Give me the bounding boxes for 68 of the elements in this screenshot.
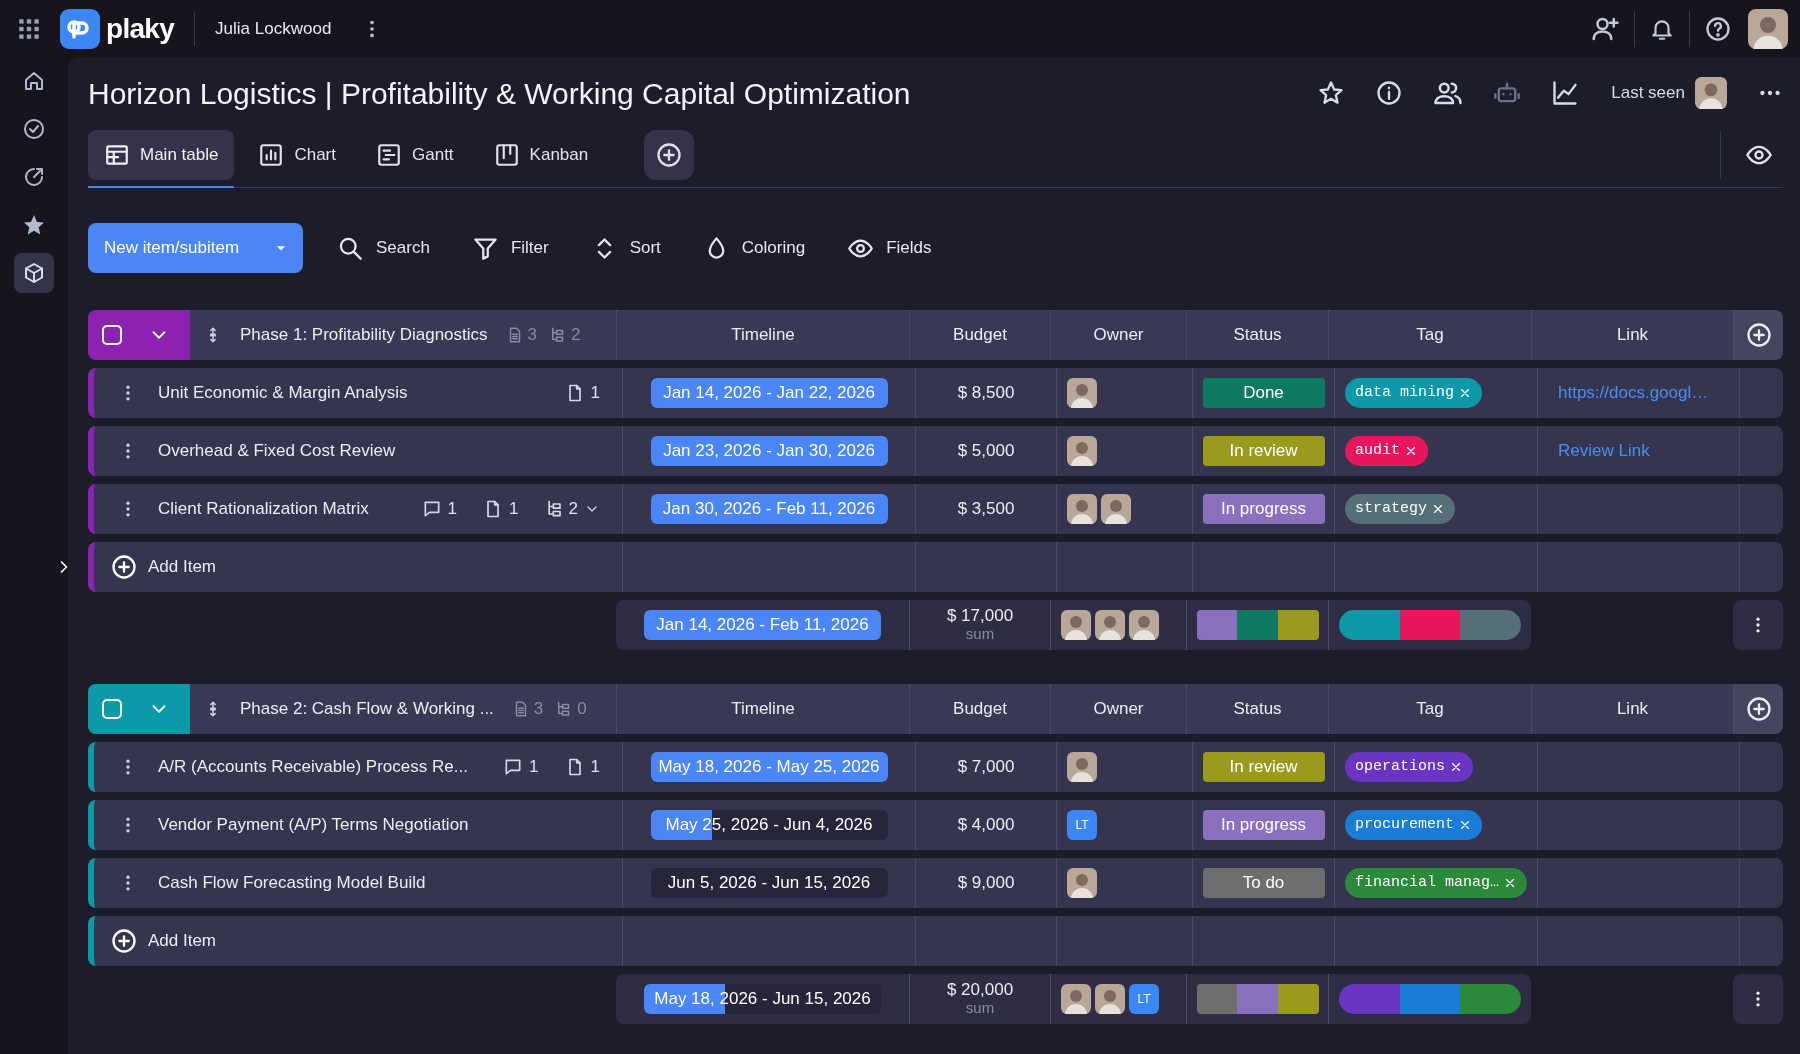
workspace-name[interactable]: Julia Lockwood [215,15,332,42]
file-count: 1 [590,756,600,779]
brand-name: plaky [106,11,175,46]
group-title[interactable]: Phase 1: Profitability Diagnostics [240,322,488,348]
column-header[interactable]: Status [1233,322,1282,348]
view-tab[interactable]: Chart [242,122,352,188]
toolbar-button[interactable]: Sort [580,226,671,270]
initials-avatar: LT [1129,984,1159,1014]
subitem-count: 0 [577,698,587,721]
item-name[interactable]: Overhead & Fixed Cost Review [158,438,600,464]
column-header[interactable]: Link [1616,322,1649,348]
status-label[interactable]: In progress [1202,810,1325,840]
item-name[interactable]: Unit Economic & Margin Analysis [158,380,539,406]
column-header[interactable]: Owner [1093,696,1144,722]
column-header[interactable]: Tag [1416,322,1444,348]
column-header[interactable]: Timeline [731,322,795,348]
column-header[interactable]: Timeline [731,696,795,722]
budget-sum: $ 17,000 [946,607,1014,625]
status-label[interactable]: Done [1202,378,1325,408]
tag-chip[interactable]: strategy [1345,494,1455,524]
toolbar-button[interactable]: Filter [461,226,559,270]
item-name[interactable]: Vendor Payment (A/P) Terms Negotiation [158,812,600,838]
file-count: 1 [509,498,519,521]
add-item-link[interactable]: Add Item [148,928,217,954]
status-label[interactable]: In progress [1202,494,1325,524]
tag-chip[interactable]: financial manag… [1345,868,1528,898]
budget-value: $ 4,000 [957,814,1015,837]
column-header[interactable]: Tag [1416,696,1444,722]
tag-chip[interactable]: audit [1345,436,1428,466]
column-header[interactable]: Budget [953,696,1007,722]
subitem-count: 2 [568,498,578,521]
last-seen-label: Last seen [1611,82,1685,105]
add-item-link[interactable]: Add Item [148,554,217,580]
budget-value: $ 5,000 [957,440,1015,463]
budget-sum: $ 20,000 [946,981,1014,999]
initials-avatar: LT [1067,810,1097,840]
file-count: 3 [533,698,544,721]
column-header[interactable]: Link [1616,696,1649,722]
view-tab[interactable]: Kanban [477,122,605,188]
link[interactable]: https://docs.googl… [1558,380,1709,406]
column-header[interactable]: Budget [953,322,1007,348]
toolbar-button[interactable]: Search [327,226,440,270]
column-header[interactable]: Owner [1093,322,1144,348]
link[interactable]: Review Link [1558,438,1650,464]
file-count: 1 [590,382,600,405]
column-header[interactable]: Status [1233,696,1282,722]
item-name[interactable]: Cash Flow Forecasting Model Build [158,870,600,896]
tag-chip[interactable]: operations [1345,752,1473,782]
board-title: Horizon Logistics | Profitability & Working Capital Optimization [88,75,912,112]
view-tab[interactable]: Gantt [360,122,470,188]
tag-chip[interactable]: procurement [1345,810,1483,840]
toolbar-button[interactable]: Coloring [692,226,816,270]
comment-count: 1 [447,498,458,521]
timeline-bar[interactable]: Jun 5, 2026 - Jun 15, 2026 [650,868,888,898]
budget-value: $ 9,000 [957,872,1015,895]
budget-value: $ 3,500 [957,498,1015,521]
sum-label: sum [965,999,995,1017]
item-name[interactable]: Client Rationalization Matrix [158,496,402,522]
budget-value: $ 7,000 [957,756,1015,779]
status-label[interactable]: To do [1202,868,1325,898]
group-title[interactable]: Phase 2: Cash Flow & Working ... [240,696,494,722]
subitem-count: 2 [571,324,581,347]
sum-label: sum [965,625,995,643]
item-name[interactable]: A/R (Accounts Receivable) Process Re... [158,754,484,780]
budget-value: $ 8,500 [957,382,1015,405]
toolbar-button[interactable]: Fields [837,226,942,270]
comment-count: 1 [529,756,539,779]
file-count: 3 [527,324,538,347]
